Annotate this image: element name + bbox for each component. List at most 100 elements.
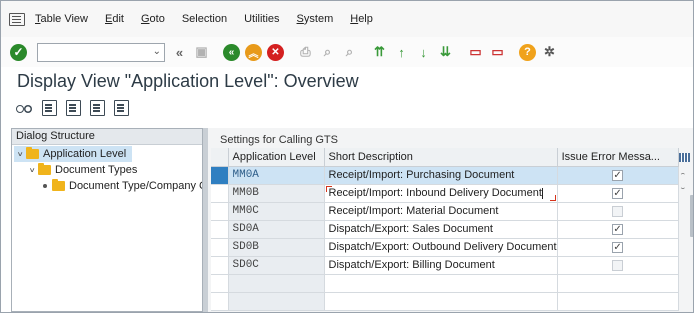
- issue-error-checkbox[interactable]: ✓: [612, 223, 624, 235]
- row-selector[interactable]: [211, 256, 229, 275]
- help-icon[interactable]: ?: [519, 43, 536, 61]
- tree-node-label: Document Types: [55, 164, 138, 176]
- issue-error-checkbox[interactable]: ✓: [612, 241, 624, 253]
- display-change-icon[interactable]: [16, 100, 33, 116]
- tree-node-document-type-company-code[interactable]: Document Type/Company Co: [43, 178, 202, 194]
- dialog-structure-panel: Dialog Structure ∨ Application Level ∨ D…: [11, 128, 203, 312]
- row-selector-header[interactable]: [211, 148, 229, 167]
- cell-application-level: SD0C: [228, 256, 325, 275]
- issue-error-checkbox: [612, 259, 624, 271]
- cell-short-description[interactable]: [324, 292, 558, 311]
- folder-icon: [52, 179, 65, 191]
- text-cursor: [541, 187, 543, 199]
- find-icon[interactable]: ⌕: [319, 44, 336, 61]
- history-back-icon[interactable]: «: [171, 44, 188, 61]
- column-header-short-description[interactable]: Short Description: [324, 148, 558, 167]
- settings-gear-icon[interactable]: ✲: [541, 44, 558, 61]
- row-selector[interactable]: [211, 166, 229, 185]
- cell-application-level: MM0C: [228, 202, 325, 221]
- menu-table-view[interactable]: Table View: [35, 13, 88, 25]
- row-selector[interactable]: [211, 220, 229, 239]
- scroll-up-icon[interactable]: ⌃: [679, 172, 687, 179]
- previous-page-icon[interactable]: ↑: [393, 44, 410, 61]
- back-button[interactable]: «: [223, 43, 240, 61]
- chevron-down-icon[interactable]: ∨: [26, 166, 38, 174]
- table-row[interactable]: MM0C Receipt/Import: Material Document: [211, 202, 679, 221]
- deselect-all-icon[interactable]: [114, 100, 129, 116]
- cell-short-description[interactable]: Receipt/Import: Inbound Delivery Documen…: [324, 184, 558, 203]
- cell-short-description[interactable]: Dispatch/Export: Outbound Delivery Docum…: [324, 238, 558, 257]
- cell-application-level: MM0B: [228, 184, 325, 203]
- menu-selection[interactable]: Selection: [182, 13, 227, 25]
- first-page-icon[interactable]: ⇈: [371, 44, 388, 61]
- command-input[interactable]: [38, 43, 148, 61]
- find-next-icon[interactable]: ⌕: [341, 44, 358, 61]
- command-field[interactable]: ⌄: [37, 42, 165, 62]
- cell-short-description[interactable]: Receipt/Import: Material Document: [324, 202, 558, 221]
- menu-help[interactable]: Help: [350, 13, 373, 25]
- page-title: Display View "Application Level": Overvi…: [17, 71, 359, 91]
- cell-application-level: SD0B: [228, 238, 325, 257]
- menu-utilities[interactable]: Utilities: [244, 13, 279, 25]
- cell-issue-error: ✓: [557, 238, 679, 257]
- row-selector[interactable]: [211, 238, 229, 257]
- description-text: Dispatch/Export: Outbound Delivery Docum…: [328, 241, 557, 253]
- column-header-application-level[interactable]: Application Level: [228, 148, 325, 167]
- last-page-icon[interactable]: ⇊: [437, 44, 454, 61]
- table-container: Application Level Short Description Issu…: [211, 148, 681, 312]
- table-row-empty[interactable]: [211, 274, 679, 293]
- issue-error-checkbox: [612, 205, 624, 217]
- enter-button[interactable]: ✓: [10, 43, 27, 61]
- issue-error-checkbox[interactable]: ✓: [612, 169, 624, 181]
- menu-goto[interactable]: Goto: [141, 13, 165, 25]
- cell-application-level[interactable]: [228, 292, 325, 311]
- bullet-icon: [43, 184, 47, 188]
- table-row[interactable]: SD0A Dispatch/Export: Sales Document ✓: [211, 220, 679, 239]
- shortcut-icon[interactable]: ▭: [489, 44, 506, 61]
- column-settings-icon[interactable]: [678, 151, 691, 164]
- next-page-icon[interactable]: ↓: [415, 44, 432, 61]
- table-row[interactable]: SD0C Dispatch/Export: Billing Document: [211, 256, 679, 275]
- tree-node-document-types[interactable]: ∨ Document Types: [26, 162, 137, 178]
- cell-short-description[interactable]: Dispatch/Export: Billing Document: [324, 256, 558, 275]
- vertical-scrollbar[interactable]: [690, 195, 693, 237]
- menu-system[interactable]: System: [297, 13, 334, 25]
- folder-icon: [38, 163, 51, 175]
- table-row[interactable]: MM0B Receipt/Import: Inbound Delivery Do…: [211, 184, 679, 203]
- application-toolbar: [16, 98, 138, 118]
- standard-toolbar: ✓ ⌄ « ▣ « ︽ ✕ ⎙ ⌕ ⌕ ⇈ ↑ ↓ ⇊ ▭ ▭ ? ✲: [1, 37, 693, 67]
- row-selector[interactable]: [211, 184, 229, 203]
- exit-button[interactable]: ︽: [245, 43, 262, 61]
- details-icon[interactable]: [42, 100, 57, 116]
- sap-window: Table View Edit Goto Selection Utilities…: [0, 0, 694, 313]
- menu-edit[interactable]: Edit: [105, 13, 124, 25]
- column-header-issue-error[interactable]: Issue Error Messa...: [557, 148, 679, 167]
- tree-node-application-level[interactable]: ∨ Application Level: [14, 146, 132, 162]
- table-row[interactable]: MM0A Receipt/Import: Purchasing Document…: [211, 166, 679, 185]
- row-selector[interactable]: [211, 202, 229, 221]
- cell-short-description[interactable]: [324, 274, 558, 293]
- select-all-icon[interactable]: [66, 100, 81, 116]
- save-icon[interactable]: ▣: [193, 44, 210, 61]
- menu-bar: Table View Edit Goto Selection Utilities…: [1, 1, 693, 37]
- chevron-down-icon[interactable]: ⌄: [153, 46, 161, 57]
- menu-icon[interactable]: [9, 12, 25, 26]
- table-row-empty[interactable]: [211, 292, 679, 311]
- row-selector[interactable]: [211, 292, 229, 311]
- cell-issue-error: [557, 202, 679, 221]
- scroll-down-icon[interactable]: ⌄: [679, 184, 687, 191]
- create-session-icon[interactable]: ▭: [467, 44, 484, 61]
- cell-application-level[interactable]: [228, 274, 325, 293]
- cell-short-description[interactable]: Dispatch/Export: Sales Document: [324, 220, 558, 239]
- issue-error-checkbox[interactable]: ✓: [612, 187, 624, 199]
- cell-issue-error: [557, 292, 679, 311]
- select-block-icon[interactable]: [90, 100, 105, 116]
- cell-short-description[interactable]: Receipt/Import: Purchasing Document: [324, 166, 558, 185]
- dialog-structure-header: Dialog Structure: [12, 129, 202, 145]
- description-text: Dispatch/Export: Sales Document: [328, 223, 493, 235]
- print-icon[interactable]: ⎙: [297, 44, 314, 61]
- row-selector[interactable]: [211, 274, 229, 293]
- cancel-button[interactable]: ✕: [267, 43, 284, 61]
- chevron-down-icon[interactable]: ∨: [14, 150, 26, 158]
- table-row[interactable]: SD0B Dispatch/Export: Outbound Delivery …: [211, 238, 679, 257]
